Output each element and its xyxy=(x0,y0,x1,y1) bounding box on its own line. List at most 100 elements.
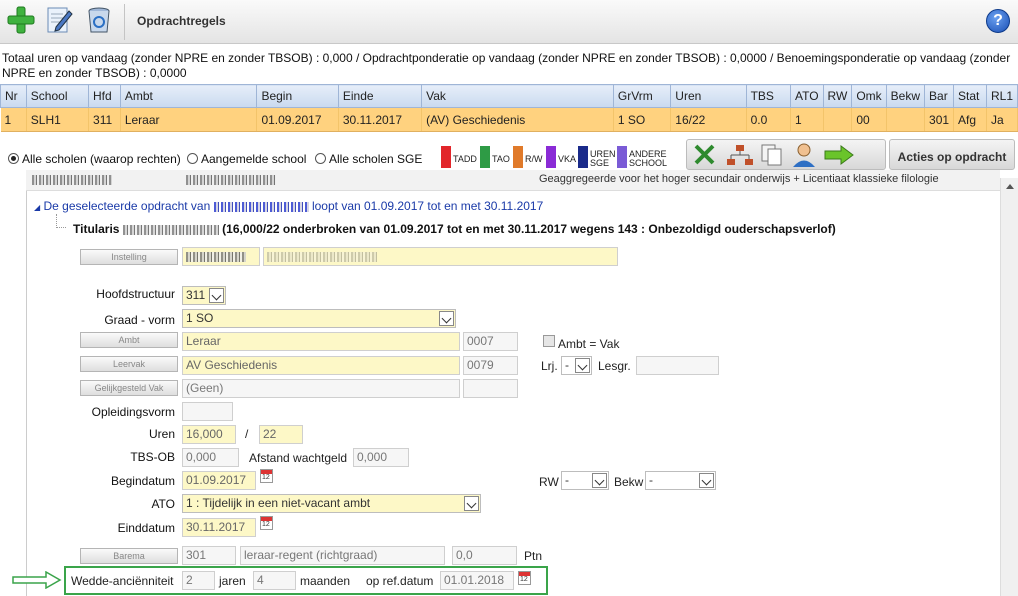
lrj-select[interactable]: - xyxy=(561,356,592,375)
table-cell: 30.11.2017 xyxy=(338,107,423,132)
panel-header-info: Geaggregeerde voor het hoger secundair o… xyxy=(539,173,939,185)
column-header[interactable]: RW xyxy=(822,84,853,108)
graad-vorm-select[interactable]: 1 SO xyxy=(182,309,456,328)
forward-arrow-icon[interactable] xyxy=(823,144,855,166)
jaren-label: jaren xyxy=(219,574,246,588)
opleidingsvorm-label: Opleidingsvorm xyxy=(91,405,175,419)
column-header[interactable]: School xyxy=(25,84,90,108)
radio-label: Alle scholen (waarop rechten) xyxy=(22,152,181,166)
ato-select[interactable]: 1 : Tijdelijk in een niet-vacant ambt xyxy=(182,494,481,513)
radio-alle-scholen-rechten[interactable]: Alle scholen (waarop rechten) xyxy=(8,152,181,166)
column-header[interactable]: RL1 xyxy=(985,84,1018,108)
user-icon[interactable] xyxy=(791,142,817,168)
radio-alle-scholen-sge[interactable]: Alle scholen SGE xyxy=(315,152,422,166)
opdrachtregels-table: Nr School Hfd Ambt Begin Einde Vak GrVrm… xyxy=(0,84,1018,132)
uren-total-field[interactable]: 22 xyxy=(259,425,303,444)
rw-select[interactable]: - xyxy=(561,471,609,490)
column-header[interactable]: Bar xyxy=(924,84,955,108)
tools-icon[interactable] xyxy=(693,143,719,167)
radio-aangemelde-school[interactable]: Aangemelde school xyxy=(187,152,306,166)
edit-icon[interactable] xyxy=(44,5,74,35)
column-header[interactable]: TBS xyxy=(745,84,791,108)
instelling-button[interactable]: Instelling xyxy=(80,249,178,265)
recycle-bin-icon[interactable] xyxy=(84,5,114,35)
column-header[interactable]: Stat xyxy=(953,84,987,108)
assignment-suffix: loopt van 01.09.2017 tot en met 30.11.20… xyxy=(311,199,544,213)
select-value: 1 : Tijdelijk in een niet-vacant ambt xyxy=(186,496,371,510)
table-row[interactable]: 1 SLH1 311 Leraar 01.09.2017 30.11.2017 … xyxy=(0,107,1018,132)
opleidingsvorm-field[interactable] xyxy=(182,402,233,421)
page-title: Opdrachtregels xyxy=(137,14,226,28)
column-header[interactable]: Begin xyxy=(256,84,339,108)
barema-description-field[interactable]: leraar-regent (richtgraad) xyxy=(240,546,445,565)
leervak-field[interactable]: AV Geschiedenis xyxy=(182,356,460,375)
titularis-prefix: Titularis xyxy=(73,222,120,236)
column-header[interactable]: Bekw xyxy=(885,84,926,108)
bekw-label: Bekw xyxy=(614,475,644,489)
collapse-icon[interactable]: ◢ xyxy=(34,203,40,212)
tbsob-field[interactable]: 0,000 xyxy=(182,448,239,467)
ambt-vak-checkbox[interactable] xyxy=(543,335,555,347)
calendar-icon[interactable] xyxy=(260,516,273,530)
einddatum-field[interactable]: 30.11.2017 xyxy=(182,518,256,537)
bekw-select[interactable]: - xyxy=(645,471,716,490)
begindatum-label: Begindatum xyxy=(110,474,175,488)
copy-icon[interactable] xyxy=(759,143,785,167)
ambt-code-field[interactable]: 0007 xyxy=(463,332,518,351)
column-header[interactable]: Hfd xyxy=(88,84,121,108)
graad-vorm-label: Graad - vorm xyxy=(104,313,175,327)
uren-field[interactable]: 16,000 xyxy=(182,425,236,444)
ambt-button[interactable]: Ambt xyxy=(80,332,178,348)
wedde-jaren-field[interactable]: 2 xyxy=(182,571,215,590)
legend-swatch-uren-sge xyxy=(578,146,588,168)
calendar-icon[interactable] xyxy=(260,469,273,483)
assignment-prefix: De geselecteerde opdracht van xyxy=(43,199,211,213)
barema-points-field[interactable]: 0,0 xyxy=(452,546,517,565)
column-header[interactable]: Nr xyxy=(0,84,27,108)
wedde-maanden-field[interactable]: 4 xyxy=(253,571,296,590)
column-header[interactable]: Vak xyxy=(421,84,614,108)
help-icon[interactable]: ? xyxy=(986,9,1010,33)
hoofdstructuur-select[interactable]: 311 xyxy=(182,286,226,305)
hierarchy-icon[interactable] xyxy=(725,143,755,167)
instelling-name-field[interactable] xyxy=(263,247,618,266)
leervak-button[interactable]: Leervak xyxy=(80,356,178,372)
ato-label: ATO xyxy=(151,497,175,511)
afstand-wachtgeld-field[interactable]: 0,000 xyxy=(353,448,409,467)
acties-op-opdracht-button[interactable]: Acties op opdracht xyxy=(889,139,1015,170)
redacted-text xyxy=(122,224,219,235)
chevron-down-icon xyxy=(209,288,224,303)
leervak-code-field[interactable]: 0079 xyxy=(463,356,518,375)
radio-label: Aangemelde school xyxy=(201,152,307,166)
ambt-field[interactable]: Leraar xyxy=(182,332,460,351)
legend-label: TAO xyxy=(492,154,510,164)
begindatum-field[interactable]: 01.09.2017 xyxy=(182,471,256,490)
vertical-scrollbar[interactable] xyxy=(1000,178,1018,596)
gelijkgesteld-vak-field[interactable]: (Geen) xyxy=(182,379,460,398)
select-value: 1 SO xyxy=(186,311,214,325)
instelling-code-field[interactable] xyxy=(182,247,260,266)
lesgr-label: Lesgr. xyxy=(598,359,631,373)
gelijkgesteld-code-field[interactable] xyxy=(463,379,518,398)
titularis-suffix: (16,000/22 onderbroken van 01.09.2017 to… xyxy=(222,222,836,236)
column-header[interactable]: ATO xyxy=(789,84,824,108)
gelijkgesteld-vak-button[interactable]: Gelijkgesteld Vak xyxy=(80,380,178,396)
add-icon[interactable] xyxy=(6,5,36,35)
redacted-text xyxy=(186,175,276,185)
column-header[interactable]: GrVrm xyxy=(612,84,672,108)
barema-code-field[interactable]: 301 xyxy=(182,546,236,565)
calendar-icon[interactable] xyxy=(518,571,531,585)
column-header[interactable]: Uren xyxy=(670,84,747,108)
column-header[interactable]: Ambt xyxy=(119,84,258,108)
lesgr-field[interactable] xyxy=(636,356,719,375)
ref-datum-field[interactable]: 01.01.2018 xyxy=(440,571,514,590)
scroll-up-icon[interactable] xyxy=(1006,184,1014,189)
legend-label: ANDERE SCHOOL xyxy=(629,149,668,168)
column-header[interactable]: Einde xyxy=(337,84,423,108)
barema-button[interactable]: Barema xyxy=(80,548,178,564)
table-cell: 0.0 xyxy=(746,107,791,132)
action-toolbar xyxy=(686,139,886,170)
redacted-text xyxy=(186,251,246,262)
column-header[interactable]: Omk xyxy=(851,84,887,108)
redacted-text xyxy=(267,251,377,262)
